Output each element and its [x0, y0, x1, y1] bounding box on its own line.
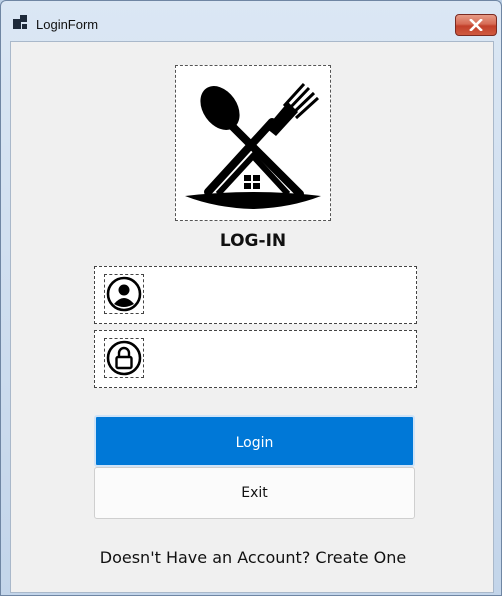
login-button[interactable]: Login: [94, 415, 415, 467]
user-icon-box: [104, 274, 144, 314]
username-field[interactable]: [94, 266, 417, 324]
password-field[interactable]: [94, 330, 417, 388]
create-account-link[interactable]: Doesn't Have an Account? Create One: [11, 548, 495, 567]
logo-image: [175, 65, 331, 221]
spoon-fork-house-logo: [185, 82, 321, 209]
username-input[interactable]: [151, 279, 411, 311]
close-button[interactable]: [455, 14, 497, 36]
exit-button[interactable]: Exit: [94, 467, 415, 519]
window-title: LoginForm: [36, 17, 99, 32]
page-title: LOG-IN: [219, 231, 287, 251]
lock-icon-box: [104, 338, 144, 378]
user-circle-icon: [106, 276, 142, 312]
login-window: LoginForm LOG-IN Login Exit Doesn't Have…: [0, 0, 502, 596]
title-bar[interactable]: LoginForm: [1, 1, 501, 41]
lock-circle-icon: [106, 340, 142, 376]
close-icon: [469, 19, 483, 31]
form-client-area: LOG-IN Login Exit Doesn't Have an Accoun…: [10, 41, 494, 593]
app-window-icon: [13, 15, 27, 29]
password-input[interactable]: [151, 343, 411, 375]
